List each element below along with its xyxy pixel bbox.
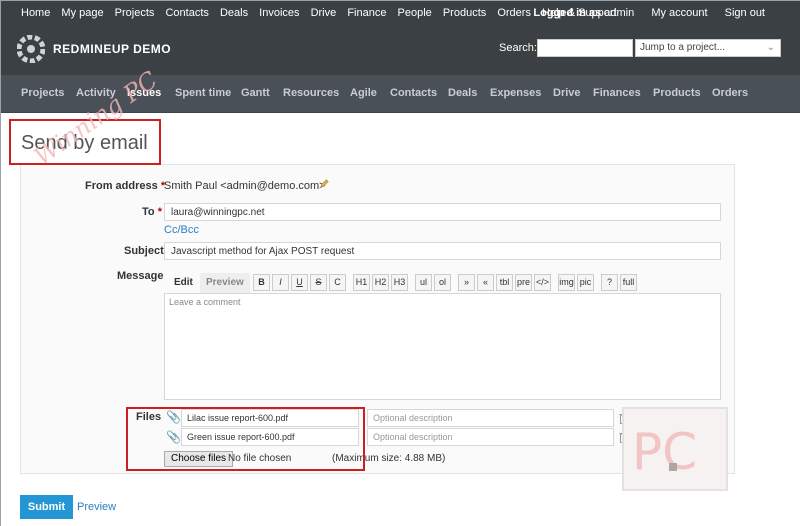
submit-button[interactable]: Submit <box>20 495 73 519</box>
header: REDMINEUP DEMO Search: Jump to a project… <box>1 25 800 75</box>
top-link-home[interactable]: Home <box>21 7 50 19</box>
tab-contacts[interactable]: Contacts <box>390 87 437 99</box>
message-placeholder: Leave a comment <box>169 297 241 307</box>
top-link-finance[interactable]: Finance <box>347 7 386 19</box>
required-marker: * <box>157 206 162 218</box>
app-title[interactable]: REDMINEUP DEMO <box>53 42 171 56</box>
help-button[interactable]: ? <box>601 274 618 291</box>
tab-orders[interactable]: Orders <box>712 87 748 99</box>
svg-text:PC: PC <box>632 423 697 481</box>
top-link-contacts[interactable]: Contacts <box>165 7 208 19</box>
fullscreen-button[interactable]: full <box>620 274 637 291</box>
project-jump-select[interactable]: Jump to a project... ⌄ <box>635 39 781 57</box>
table-button[interactable]: tbl <box>496 274 513 291</box>
sign-out-link[interactable]: Sign out <box>725 7 765 19</box>
editor-toolbar: Edit Preview B I U S C H1 H2 H3 ul ol » … <box>164 273 664 293</box>
subject-field[interactable]: Javascript method for Ajax POST request <box>164 242 721 260</box>
my-account-link[interactable]: My account <box>651 7 707 19</box>
heading3-button[interactable]: H3 <box>391 274 408 291</box>
numbered-list-button[interactable]: ol <box>434 274 451 291</box>
image-button[interactable]: pic <box>577 274 594 291</box>
top-link-drive[interactable]: Drive <box>311 7 337 19</box>
message-textarea[interactable]: Leave a comment <box>164 293 721 400</box>
content: Send by email Winning PC From address * … <box>1 66 800 526</box>
top-menu: Home My page Projects Contacts Deals Inv… <box>1 1 800 25</box>
logged-in-info: Logged in as admin <box>533 7 634 19</box>
underline-button[interactable]: U <box>291 274 308 291</box>
to-label: To * <box>142 206 162 218</box>
file-description-field[interactable]: Optional description <box>367 409 614 427</box>
logged-in-user[interactable]: admin <box>604 7 634 19</box>
link-page-button[interactable]: img <box>558 274 575 291</box>
top-menu-right: Logged in as admin My account Sign out <box>519 7 765 19</box>
tab-resources[interactable]: Resources <box>283 87 339 99</box>
file-description-field[interactable]: Optional description <box>367 428 614 446</box>
from-label-text: From address <box>85 180 158 192</box>
tab-agile[interactable]: Agile <box>350 87 377 99</box>
strike-button[interactable]: S <box>310 274 327 291</box>
top-link-invoices[interactable]: Invoices <box>259 7 299 19</box>
top-link-deals[interactable]: Deals <box>220 7 248 19</box>
pencil-icon[interactable] <box>319 178 330 189</box>
outdent-button[interactable]: « <box>477 274 494 291</box>
tab-projects[interactable]: Projects <box>21 87 64 99</box>
tab-products[interactable]: Products <box>653 87 701 99</box>
search-label: Search: <box>499 42 537 54</box>
code-block-button[interactable]: </> <box>534 274 551 291</box>
subject-label: Subject <box>124 245 164 257</box>
top-link-people[interactable]: People <box>398 7 432 19</box>
logged-in-prefix: Logged in as <box>533 7 602 19</box>
heading2-button[interactable]: H2 <box>372 274 389 291</box>
tab-edit[interactable]: Edit <box>168 273 199 293</box>
heading1-button[interactable]: H1 <box>353 274 370 291</box>
search-input[interactable] <box>537 39 633 57</box>
tab-deals[interactable]: Deals <box>448 87 477 99</box>
pre-button[interactable]: pre <box>515 274 532 291</box>
to-field[interactable]: laura@winningpc.net <box>164 203 721 221</box>
bullet-list-button[interactable]: ul <box>415 274 432 291</box>
tab-gantt[interactable]: Gantt <box>241 87 270 99</box>
top-link-products[interactable]: Products <box>443 7 486 19</box>
tab-finances[interactable]: Finances <box>593 87 641 99</box>
chevron-down-icon: ⌄ <box>766 42 775 53</box>
pc-watermark-logo: PC <box>622 407 728 491</box>
bold-button[interactable]: B <box>253 274 270 291</box>
top-link-projects[interactable]: Projects <box>115 7 155 19</box>
to-label-text: To <box>142 206 155 218</box>
cc-bcc-link[interactable]: Cc/Bcc <box>164 224 199 236</box>
project-jump-label: Jump to a project... <box>640 42 726 53</box>
tab-drive[interactable]: Drive <box>553 87 581 99</box>
indent-button[interactable]: » <box>458 274 475 291</box>
italic-button[interactable]: I <box>272 274 289 291</box>
top-link-my-page[interactable]: My page <box>61 7 103 19</box>
tab-preview[interactable]: Preview <box>200 273 250 293</box>
code-button[interactable]: C <box>329 274 346 291</box>
files-highlight-box <box>126 407 365 471</box>
tab-spent-time[interactable]: Spent time <box>175 87 231 99</box>
logo-icon <box>17 35 45 63</box>
message-label: Message <box>117 270 164 282</box>
preview-link[interactable]: Preview <box>77 501 116 513</box>
from-label: From address * <box>85 180 165 192</box>
tab-expenses[interactable]: Expenses <box>490 87 541 99</box>
from-value: Smith Paul <admin@demo.com> <box>164 180 326 192</box>
